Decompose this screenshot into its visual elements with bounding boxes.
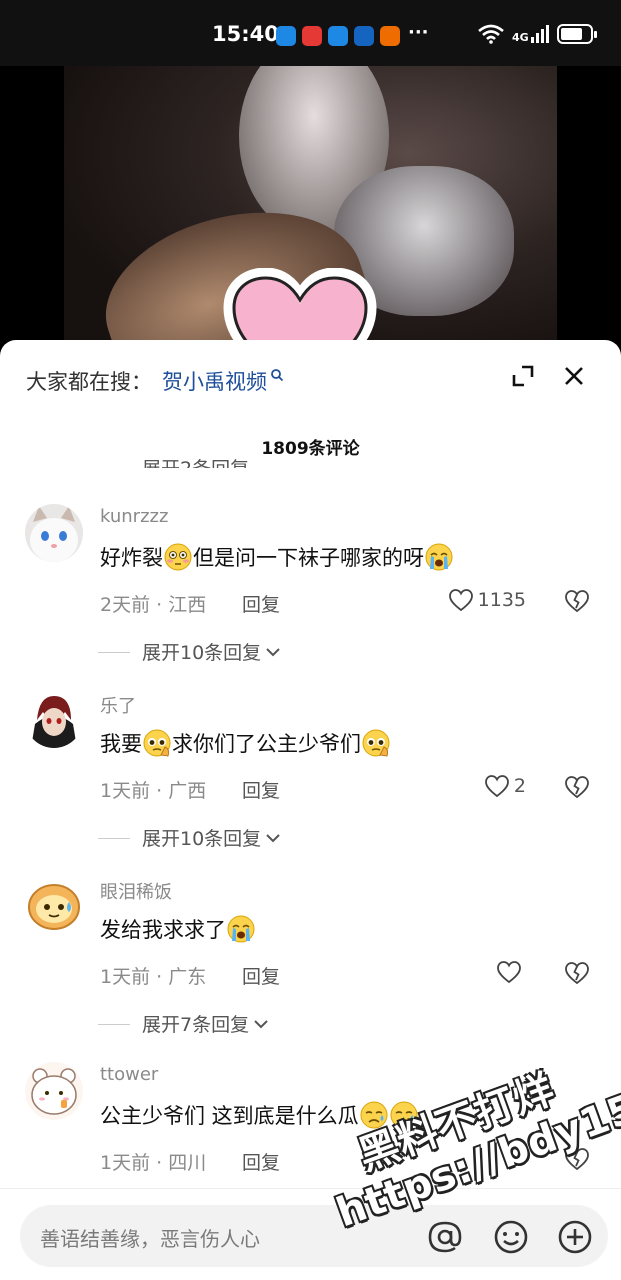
comment-text: 公主少爷们 这到底是什么瓜 [100, 1100, 419, 1130]
chevron-down-icon [266, 647, 280, 656]
search-suggestion-label: 大家都在搜： [26, 370, 152, 394]
avatar[interactable] [25, 504, 83, 562]
video-player[interactable] [0, 66, 621, 356]
comment-text-part: 好炸裂 [100, 546, 163, 570]
broken-heart-icon[interactable] [564, 775, 590, 799]
broken-heart-icon[interactable] [564, 589, 590, 613]
cartoon-avatar-icon [25, 876, 83, 934]
status-more-dots: ··· [408, 22, 429, 43]
heart-outline-icon [448, 589, 473, 612]
like-count: 2 [513, 775, 526, 797]
chevron-down-icon [254, 1019, 268, 1028]
comment-username[interactable]: ttower [100, 1064, 158, 1085]
partial-expand-label: 展开2条回复 [142, 454, 302, 468]
avatar[interactable] [25, 1062, 83, 1120]
comment-meta: 2天前 · 江西 [100, 594, 207, 616]
search-suggestion[interactable]: 大家都在搜： 贺小禹视频 [26, 366, 284, 396]
comment-text: 好炸裂 但是问一下袜子哪家的呀 [100, 542, 454, 572]
partial-expand-replies[interactable]: 展开2条回复 [142, 448, 302, 468]
search-icon [271, 369, 284, 382]
bear-avatar-icon [25, 1062, 83, 1120]
search-suggestion-link[interactable]: 贺小禹视频 [162, 366, 267, 396]
comment-text: 我要 求你们了公主少爷们 [100, 728, 391, 758]
close-icon[interactable] [558, 360, 590, 392]
expand-replies-button[interactable]: 展开10条回复 [142, 824, 281, 851]
anime-avatar-icon [25, 690, 83, 748]
flushed-emoji-icon [164, 543, 192, 571]
comment-text-part: 公主少爷们 这到底是什么瓜 [100, 1104, 359, 1128]
comment-meta: 1天前 · 广西 [100, 780, 207, 802]
fullscreen-icon[interactable] [508, 360, 540, 392]
comment-meta: 1天前 · 四川 [100, 1152, 207, 1174]
notification-app-icon [380, 26, 400, 46]
expand-replies-button[interactable]: 展开7条回复 [142, 1010, 269, 1037]
status-app-icons [276, 26, 400, 46]
status-right: 4G [478, 24, 597, 44]
comment-username[interactable]: 眼泪稀饭 [100, 878, 172, 904]
comment-meta: 1天前 · 广东 [100, 966, 207, 988]
notification-app-icon [302, 26, 322, 46]
avatar[interactable] [25, 690, 83, 748]
mention-at-icon[interactable] [425, 1217, 465, 1257]
expand-divider [98, 652, 130, 653]
battery-icon [556, 24, 597, 44]
status-time: 15:40 [212, 22, 279, 46]
comment-count-title: 1809条评论 [261, 439, 360, 459]
expand-divider [98, 838, 130, 839]
crying-emoji-icon [227, 915, 255, 943]
pleading-emoji-icon [362, 729, 390, 757]
comment-text-part: 求你们了公主少爷们 [172, 732, 361, 756]
comment-input-placeholder: 善语结善缘，恶言伤人心 [40, 1227, 260, 1251]
notification-app-icon [328, 26, 348, 46]
like-button[interactable]: 1135 [448, 588, 526, 612]
wifi-icon [478, 24, 504, 44]
like-button[interactable]: 2 [484, 774, 526, 798]
comment-input[interactable]: 善语结善缘，恶言伤人心 [20, 1205, 608, 1267]
broken-heart-icon[interactable] [564, 961, 590, 985]
battery-level [560, 28, 582, 40]
crying-emoji-icon [425, 543, 453, 571]
comment-text-part: 我要 [100, 732, 142, 756]
comment-text: 发给我求求了 [100, 914, 256, 944]
reply-button[interactable]: 回复 [242, 776, 280, 803]
comment-input-bar: 善语结善缘，恶言伤人心 [0, 1188, 621, 1280]
plus-icon[interactable] [555, 1217, 595, 1257]
comment-item: 乐了 我要 求你们了公主少爷们 1天前 · 广西 回复 2 展开10条回复 [0, 690, 621, 876]
comment-item: kunrzzz 好炸裂 但是问一下袜子哪家的呀 2天前 · 江西 回复 1135… [0, 504, 621, 690]
network-type: 4G [512, 31, 529, 44]
notification-app-icon [354, 26, 374, 46]
cat-avatar-icon [25, 504, 83, 562]
pleading-emoji-icon [143, 729, 171, 757]
expand-replies-button[interactable]: 展开10条回复 [142, 638, 281, 665]
expand-replies-label: 展开10条回复 [142, 642, 262, 664]
reply-button[interactable]: 回复 [242, 962, 280, 989]
status-bar: 15:40 ··· 4G [0, 0, 621, 66]
heart-outline-icon [497, 961, 521, 984]
notification-app-icon [276, 26, 296, 46]
comment-username[interactable]: 乐了 [100, 692, 136, 718]
comment-text-part: 发给我求求了 [100, 918, 226, 942]
emoji-picker-icon[interactable] [491, 1217, 531, 1257]
comment-username[interactable]: kunrzzz [100, 506, 168, 527]
expand-replies-label: 展开10条回复 [142, 828, 262, 850]
cellular-signal: 4G [512, 25, 549, 43]
like-button[interactable] [496, 960, 526, 984]
reply-button[interactable]: 回复 [242, 1148, 280, 1175]
comment-text-part: 但是问一下袜子哪家的呀 [193, 546, 424, 570]
avatar[interactable] [25, 876, 83, 934]
chevron-down-icon [266, 833, 280, 842]
reply-button[interactable]: 回复 [242, 590, 280, 617]
signal-bars-icon [530, 25, 549, 43]
expand-replies-label: 展开7条回复 [142, 1014, 250, 1036]
comment-item: 眼泪稀饭 发给我求求了 1天前 · 广东 回复 展开7条回复 [0, 876, 621, 1062]
heart-outline-icon [485, 775, 509, 798]
expand-divider [98, 1024, 130, 1025]
like-count: 1135 [477, 589, 526, 611]
